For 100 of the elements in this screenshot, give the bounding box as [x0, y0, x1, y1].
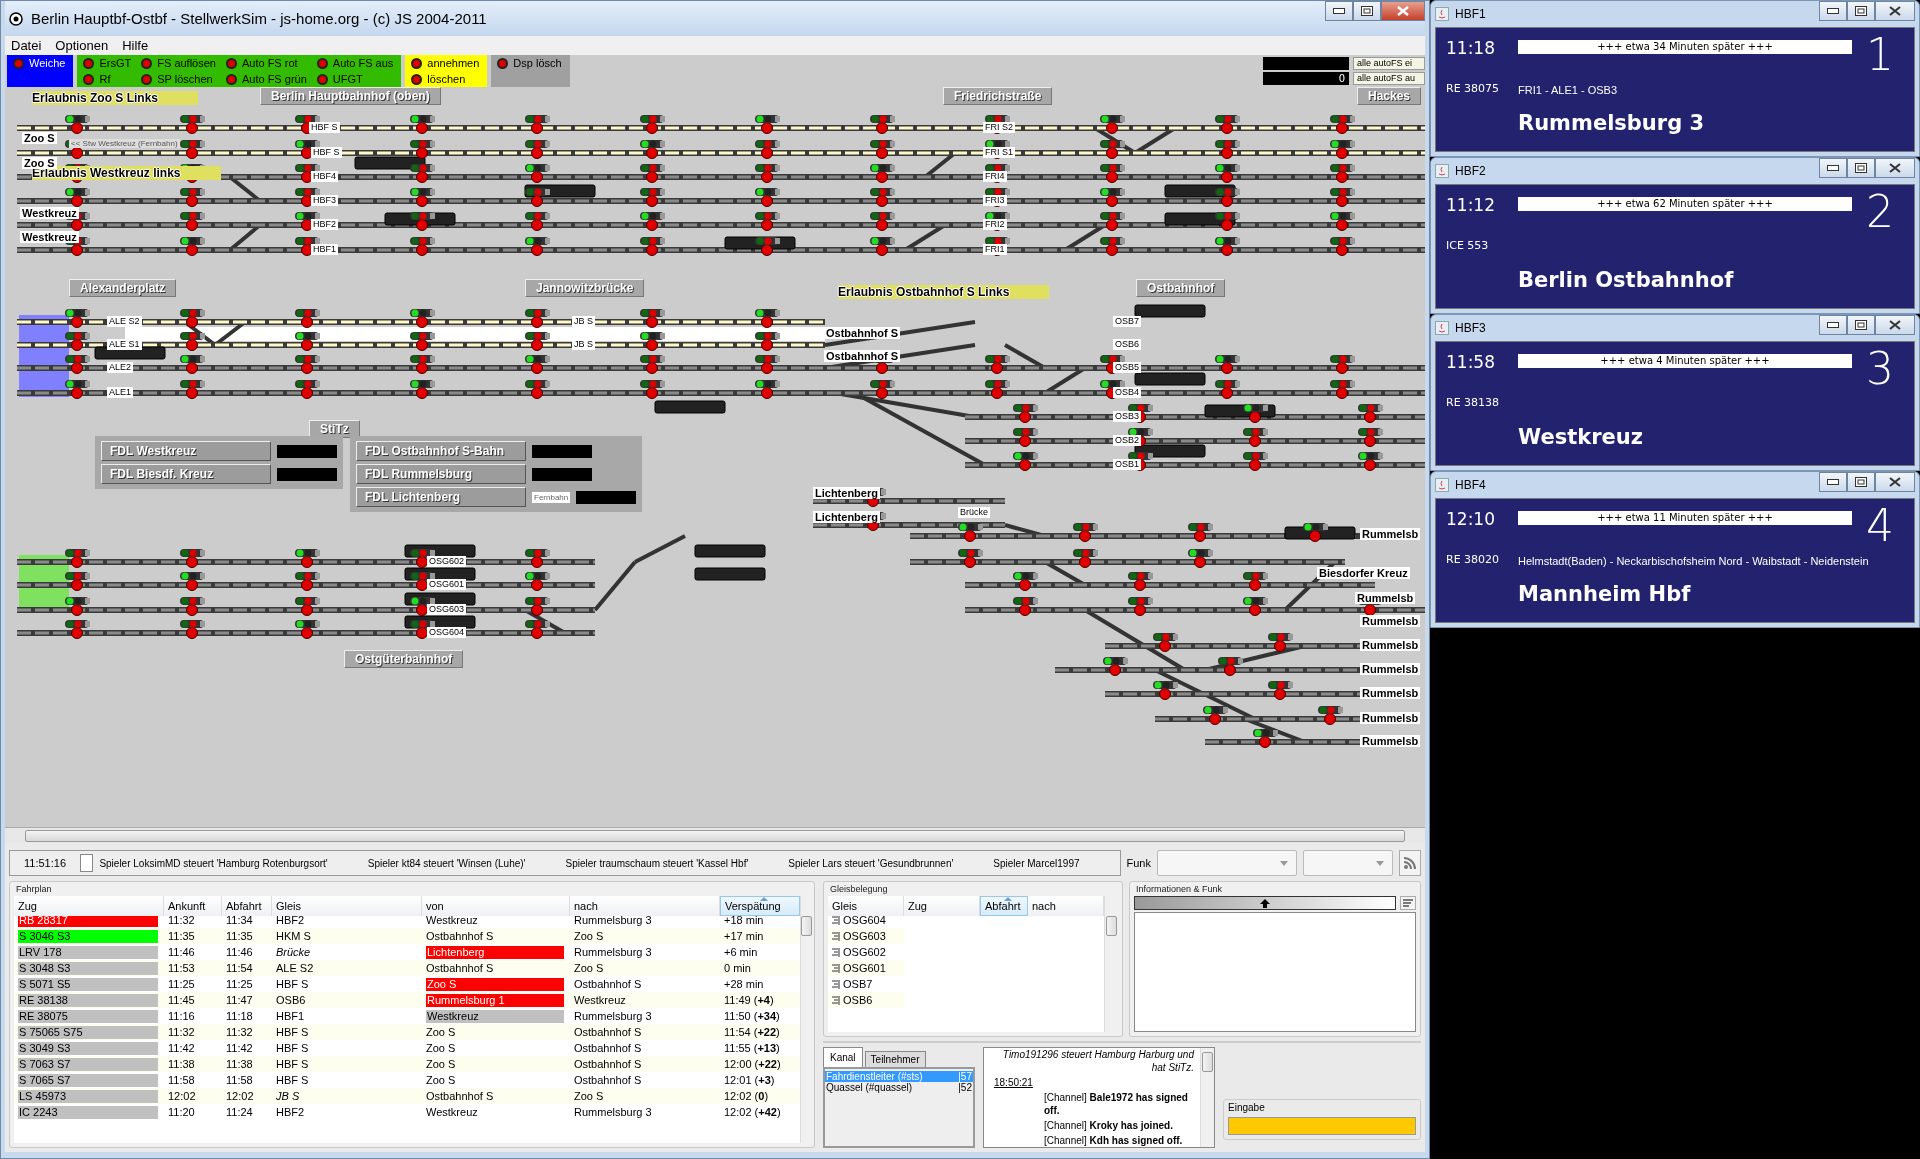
expand-bar[interactable]	[1134, 896, 1396, 910]
status-bar-field	[277, 444, 337, 458]
close-button[interactable]	[1875, 1, 1915, 21]
column-header[interactable]: Abfahrt	[980, 896, 1028, 916]
column-header[interactable]: Zug	[904, 896, 980, 916]
lamp-icon	[497, 57, 509, 69]
column-header[interactable]: nach	[570, 896, 720, 916]
table-cell: 11:47	[222, 992, 272, 1008]
origin-tag: Zoo S	[426, 977, 564, 991]
toolbar-button[interactable]: SP löschen	[141, 73, 216, 85]
column-header[interactable]: Zug	[14, 896, 164, 916]
close-icon	[1889, 6, 1901, 16]
feed-button[interactable]	[1399, 850, 1421, 876]
column-header[interactable]: Gleis	[272, 896, 422, 916]
minimize-button[interactable]	[1819, 472, 1847, 492]
column-header[interactable]: Abfahrt	[222, 896, 272, 916]
toolbar-button[interactable]: Auto FS grün	[225, 73, 307, 85]
toolbar-button[interactable]: Weiche	[13, 57, 66, 69]
toolbar-button[interactable]: UFGT	[316, 73, 394, 85]
station-header: StiTz	[309, 420, 360, 438]
train-number: ICE 553	[1446, 238, 1490, 254]
maximize-button[interactable]	[1847, 315, 1875, 335]
toolbar-button[interactable]: Auto FS rot	[225, 57, 307, 69]
minimize-icon	[1827, 8, 1839, 14]
track-end-label: Biesdorfer Kreuz	[1317, 567, 1410, 579]
track-icon	[832, 963, 840, 973]
track-label: FRI S1	[983, 147, 1015, 158]
auto-button[interactable]: alle autoFS au	[1353, 72, 1425, 85]
lamp-icon	[13, 57, 24, 69]
track-icon	[832, 915, 840, 925]
menu-item[interactable]: Optionen	[55, 38, 109, 53]
train-tag: S 7063 S7	[18, 1057, 158, 1071]
track-end-label: Rummelsb	[1360, 687, 1421, 699]
column-header[interactable]: Gleis	[828, 896, 904, 916]
toolbar-button[interactable]: löschen	[411, 73, 480, 85]
scrollbar-thumb[interactable]	[801, 916, 812, 936]
toolbar-button[interactable]: FS auflösen	[141, 57, 216, 69]
input-field[interactable]	[80, 854, 94, 872]
toolbar-button[interactable]: Rf	[83, 73, 132, 85]
maximize-icon	[1855, 477, 1867, 487]
window-title: HBF1	[1455, 7, 1487, 21]
funk-label: Funk	[1126, 857, 1151, 869]
table-cell: HKM S	[272, 928, 422, 944]
track-label: OSG604	[427, 627, 467, 638]
close-button[interactable]	[1875, 472, 1915, 492]
minimize-button[interactable]	[1819, 158, 1847, 178]
toolbar-button[interactable]: ErsGT	[83, 57, 132, 69]
toolbar-button[interactable]: Auto FS aus	[316, 57, 394, 69]
ticker-message: Spieler kt84 steuert 'Winsen (Luhe)'	[367, 857, 526, 869]
train-tag: IC 2243	[18, 1105, 158, 1119]
column-header[interactable]: nach	[1028, 896, 1104, 916]
minimize-button[interactable]	[1819, 315, 1847, 335]
close-button[interactable]	[1381, 1, 1425, 21]
minimize-icon	[1333, 8, 1345, 14]
minimize-button[interactable]	[1325, 1, 1353, 21]
column-header[interactable]: Verspätung	[720, 896, 800, 916]
minimize-button[interactable]	[1819, 1, 1847, 21]
track-label: FRI1	[983, 244, 1007, 255]
horizontal-scrollbar[interactable]	[5, 827, 1425, 843]
column-header[interactable]: von	[422, 896, 570, 916]
column-header[interactable]: Ankunft	[164, 896, 222, 916]
maximize-icon	[1361, 6, 1373, 16]
close-button[interactable]	[1875, 158, 1915, 178]
platform-number: 2	[1865, 189, 1895, 235]
track-icon	[832, 931, 840, 941]
maximize-button[interactable]	[1847, 158, 1875, 178]
menu-item[interactable]: Datei	[11, 38, 42, 53]
track-name: OSG603	[843, 930, 886, 942]
origin-tag: Lichtenberg	[426, 945, 564, 959]
scrollbar-thumb[interactable]	[1202, 1052, 1213, 1072]
feed-icon	[1403, 856, 1417, 870]
station-header: Friedrichstraße	[943, 87, 1053, 105]
close-icon	[1889, 477, 1901, 487]
auto-button[interactable]: alle autoFS ei	[1353, 57, 1425, 70]
track-label: FRI3	[983, 195, 1007, 206]
maximize-button[interactable]	[1353, 1, 1381, 21]
tab[interactable]: Kanal	[823, 1047, 863, 1067]
toolbar-button[interactable]: Dsp lösch	[497, 57, 562, 69]
scrollbar-thumb[interactable]	[25, 829, 1405, 842]
scrollbar-thumb[interactable]	[1106, 916, 1117, 936]
close-button[interactable]	[1875, 315, 1915, 335]
delay-notice: +++ etwa 62 Minuten später +++	[1518, 197, 1852, 211]
via-stations: FRI1 - ALE1 - OSB3	[1518, 83, 1619, 98]
tab[interactable]: Teilnehmer	[864, 1051, 926, 1067]
maximize-button[interactable]	[1847, 1, 1875, 21]
delay-notice: +++ etwa 4 Minuten später +++	[1518, 354, 1852, 368]
toolbar-button[interactable]: annehmen	[411, 57, 480, 69]
maximize-button[interactable]	[1847, 472, 1875, 492]
train-tag: RE 38075	[18, 1009, 158, 1023]
via-stations: Helmstadt(Baden) - Neckarbischofsheim Nord - Waibstadt - Neidenstein	[1518, 554, 1870, 569]
channel-item[interactable]: Quassel (#quassel) |52	[825, 1082, 973, 1093]
list-button[interactable]	[1400, 896, 1416, 910]
menu-item[interactable]: Hilfe	[122, 38, 149, 53]
station-header: Hackes	[1357, 87, 1422, 105]
table-cell: 11:38	[164, 1056, 222, 1072]
track-icon	[832, 979, 840, 989]
minimize-icon	[1827, 479, 1839, 485]
input-field[interactable]	[1228, 1117, 1416, 1135]
track-end-label: Ostbahnhof S	[824, 327, 901, 339]
vertical-scrollbar[interactable]	[1200, 1048, 1214, 1147]
